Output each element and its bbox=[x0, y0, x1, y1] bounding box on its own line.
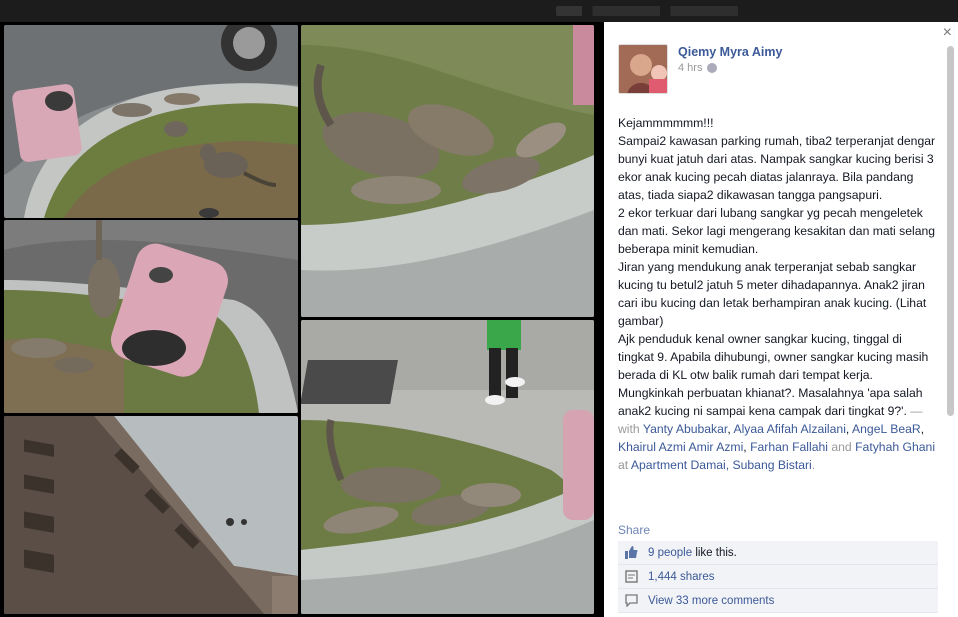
location-link[interactable]: Apartment Damai, Subang Bistari bbox=[631, 458, 812, 472]
post-tags-paragraph: Ajk penduduk kenal owner sangkar kucing,… bbox=[618, 332, 936, 472]
photo-tile-2[interactable] bbox=[301, 25, 594, 317]
photo-tile-3[interactable] bbox=[4, 220, 298, 413]
comments-row: View 33 more comments bbox=[618, 589, 938, 613]
tagged-friend[interactable]: Alyaa Afifah Alzailani bbox=[733, 422, 845, 436]
tagged-friend[interactable]: Fatyhah Ghani bbox=[855, 440, 935, 454]
globe-icon[interactable] bbox=[707, 63, 718, 73]
likes-rest: like this. bbox=[692, 546, 737, 559]
thumbs-up-icon bbox=[624, 546, 638, 560]
scrollbar-thumb[interactable] bbox=[947, 46, 954, 416]
and-label: and bbox=[827, 440, 856, 454]
top-bar bbox=[0, 0, 958, 22]
share-link[interactable]: Share bbox=[618, 523, 650, 537]
post-time[interactable]: 4 hrs bbox=[678, 62, 702, 74]
post-sidebar: × Qiemy Myra Aimy 4 hrs Kejammmmmm!!! Sa… bbox=[604, 22, 958, 617]
blurred-header-text bbox=[556, 6, 816, 16]
tagged-friend[interactable]: Yanty Abubakar bbox=[643, 422, 727, 436]
photo-tile-1[interactable] bbox=[4, 25, 298, 218]
post-line: Jiran yang mendukung anak terperanjat se… bbox=[618, 260, 927, 328]
author-name[interactable]: Qiemy Myra Aimy bbox=[678, 45, 782, 59]
close-button[interactable]: × bbox=[943, 25, 952, 41]
author-avatar[interactable] bbox=[618, 44, 668, 94]
post-body: Kejammmmmm!!! Sampai2 kawasan parking ru… bbox=[618, 114, 940, 474]
at-label: at bbox=[618, 458, 631, 472]
post-period: . bbox=[811, 458, 816, 472]
photo-tile-5[interactable] bbox=[301, 320, 594, 614]
photo-collage[interactable] bbox=[0, 22, 604, 617]
likes-row: 9 people like this. bbox=[618, 541, 938, 565]
likes-text: 9 people like this. bbox=[648, 547, 737, 559]
share-icon bbox=[624, 570, 638, 584]
post-stats: 9 people like this. 1,444 shares View 33… bbox=[618, 541, 938, 613]
tagged-friend[interactable]: Khairul Azmi Amir Azmi bbox=[618, 440, 743, 454]
likes-link[interactable]: 9 people bbox=[648, 547, 692, 559]
shares-link[interactable]: 1,444 shares bbox=[648, 571, 715, 583]
post-line: Ajk penduduk kenal owner sangkar kucing,… bbox=[618, 332, 929, 418]
post-line: Kejammmmmm!!! bbox=[618, 116, 714, 130]
tagged-friend[interactable]: AngeL BeaR bbox=[852, 422, 921, 436]
post-meta: 4 hrs bbox=[678, 62, 718, 74]
tagged-friend[interactable]: Farhan Fallahi bbox=[750, 440, 828, 454]
photo-tile-4[interactable] bbox=[4, 416, 298, 614]
shares-row: 1,444 shares bbox=[618, 565, 938, 589]
post-line: 2 ekor terkuar dari lubang sangkar yg pe… bbox=[618, 206, 936, 256]
comment-icon bbox=[624, 594, 638, 608]
view-more-comments-link[interactable]: View 33 more comments bbox=[648, 595, 774, 607]
post-line: Sampai2 kawasan parking rumah, tiba2 ter… bbox=[618, 134, 936, 202]
